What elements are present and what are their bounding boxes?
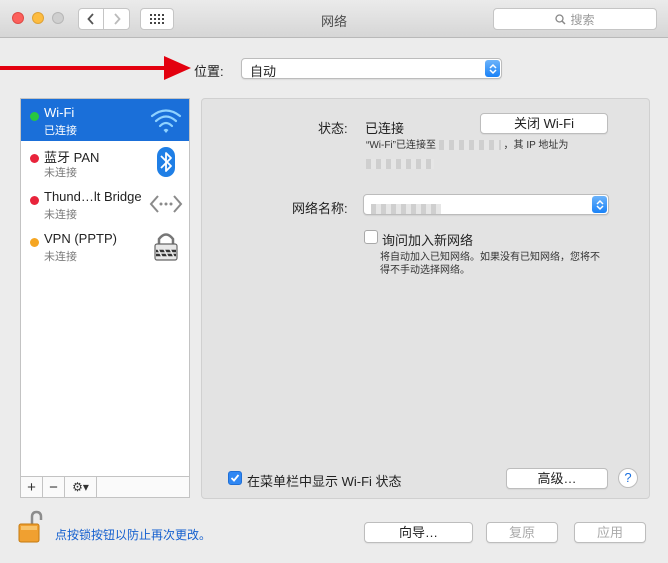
service-status: 未连接 xyxy=(44,167,77,179)
advanced-button[interactable]: 高级… xyxy=(506,468,608,489)
ethernet-icon xyxy=(149,195,183,213)
service-name: Thund…lt Bridge xyxy=(44,189,142,204)
status-dot xyxy=(30,196,39,205)
red-arrow-annotation xyxy=(0,56,191,80)
title-bar: 网络 搜索 xyxy=(0,0,668,38)
search-icon xyxy=(555,13,567,25)
ask-join-description-line2: 得不手动选择网络。 xyxy=(380,265,470,276)
status-desc-suffix: ，其 IP 地址为 xyxy=(503,140,569,151)
status-dot xyxy=(30,154,39,163)
service-list-toolbar: + − ⚙▾ xyxy=(20,477,190,498)
location-label: 位置: xyxy=(194,64,224,79)
search-field[interactable]: 搜索 xyxy=(493,8,657,30)
bluetooth-icon xyxy=(157,147,175,177)
service-item-bluetooth-pan[interactable]: 蓝牙 PAN 未连接 xyxy=(21,141,189,183)
network-name-popup[interactable] xyxy=(363,194,609,215)
lock-icon xyxy=(154,233,178,261)
status-label: 状态: xyxy=(318,121,348,136)
gear-menu-button[interactable]: ⚙▾ xyxy=(65,477,97,497)
status-dot xyxy=(30,238,39,247)
add-service-button[interactable]: + xyxy=(21,477,43,497)
service-item-wifi[interactable]: Wi-Fi 已连接 xyxy=(21,99,189,141)
ask-join-label: 询问加入新网络 xyxy=(382,233,474,248)
service-name: VPN (PPTP) xyxy=(44,231,117,246)
assistant-button[interactable]: 向导… xyxy=(364,522,473,543)
apply-button[interactable]: 应用 xyxy=(574,522,646,543)
service-list: Wi-Fi 已连接 蓝牙 PAN 未连接 Thund…lt Bridge 未连接 xyxy=(20,98,190,477)
checkmark-icon xyxy=(230,474,240,482)
remove-service-button[interactable]: − xyxy=(43,477,65,497)
show-menubar-label: 在菜单栏中显示 Wi-Fi 状态 xyxy=(247,474,402,489)
popup-arrows-icon xyxy=(592,196,607,213)
status-desc-prefix: “Wi-Fi”已连接至 xyxy=(366,140,436,151)
show-menubar-checkbox[interactable] xyxy=(228,471,242,485)
ask-join-checkbox[interactable] xyxy=(364,230,378,244)
ask-join-description-line1: 将自动加入已知网络。如果没有已知网络，您将不 xyxy=(380,252,600,263)
service-item-thunderbolt-bridge[interactable]: Thund…lt Bridge 未连接 xyxy=(21,183,189,225)
unlocked-padlock-icon[interactable] xyxy=(17,510,43,544)
redacted-network-name xyxy=(438,140,501,151)
service-name: Wi-Fi xyxy=(44,105,75,120)
turn-off-wifi-button[interactable]: 关闭 Wi-Fi xyxy=(480,113,608,134)
status-dot xyxy=(30,112,39,121)
location-value: 自动 xyxy=(250,64,277,79)
status-description: “Wi-Fi”已连接至 ，其 IP 地址为 xyxy=(366,139,616,153)
redacted-network-name xyxy=(371,203,441,214)
popup-arrows-icon xyxy=(485,60,500,77)
network-name-label: 网络名称: xyxy=(292,201,348,216)
wifi-icon xyxy=(150,109,182,133)
lock-hint-text[interactable]: 点按锁按钮以防止再次更改。 xyxy=(55,526,211,543)
service-status: 未连接 xyxy=(44,251,77,263)
status-value: 已连接 xyxy=(365,121,405,136)
service-item-vpn-pptp[interactable]: VPN (PPTP) 未连接 xyxy=(21,225,189,267)
service-status: 已连接 xyxy=(44,125,77,137)
help-button[interactable]: ? xyxy=(618,468,638,488)
search-placeholder: 搜索 xyxy=(570,12,595,27)
service-status: 未连接 xyxy=(44,209,77,221)
revert-button[interactable]: 复原 xyxy=(486,522,558,543)
location-popup[interactable]: 自动 xyxy=(241,58,502,79)
redacted-ip xyxy=(366,155,434,170)
